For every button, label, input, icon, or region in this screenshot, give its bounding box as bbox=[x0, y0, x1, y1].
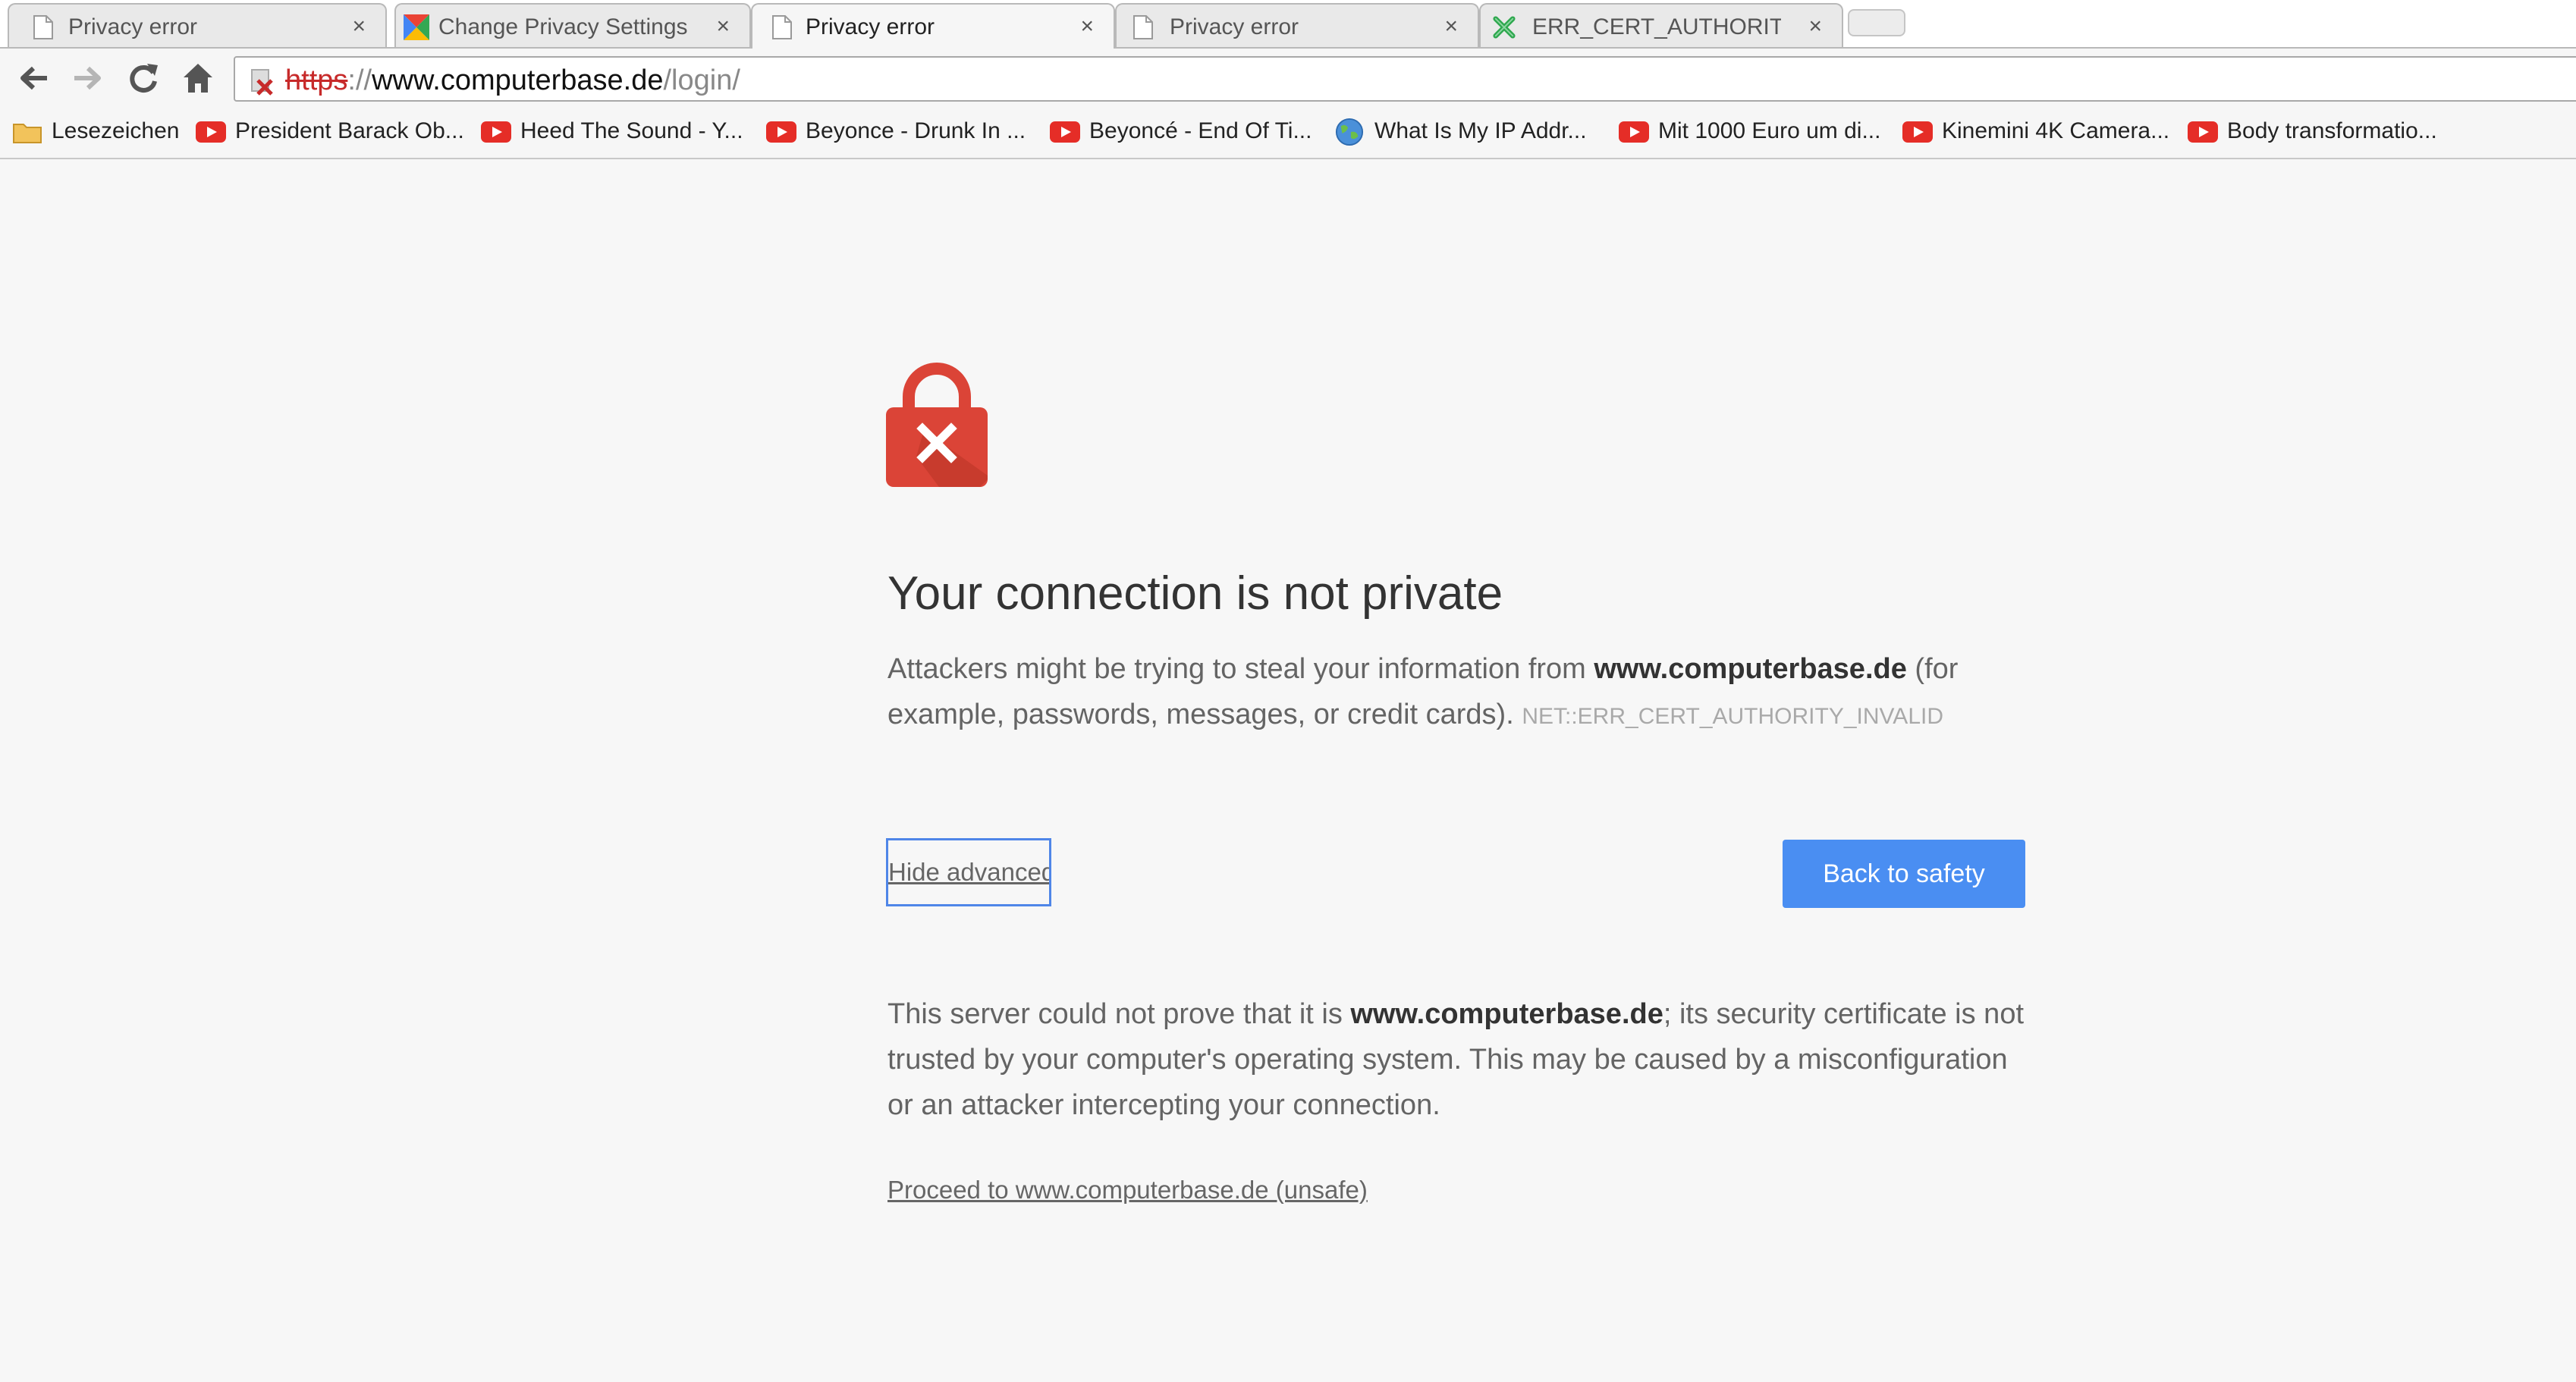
bookmark-label: Beyoncé - End Of Ti... bbox=[1089, 118, 1312, 143]
reload-icon[interactable] bbox=[126, 61, 161, 96]
tab-close-icon[interactable]: × bbox=[716, 14, 730, 39]
details-text: This server could not prove that it is bbox=[887, 998, 1351, 1030]
youtube-icon bbox=[481, 121, 511, 143]
desc-text: Attackers might be trying to steal your … bbox=[887, 653, 1594, 685]
globe-icon bbox=[1335, 118, 1364, 146]
hide-advanced-button[interactable]: Hide advanced bbox=[886, 838, 1051, 906]
proceed-unsafe-link[interactable]: Proceed to www.computerbase.de (unsafe) bbox=[887, 1176, 1368, 1205]
tab-privacy-error-active[interactable]: Privacy error × bbox=[751, 3, 1115, 49]
bookmark-label: Mit 1000 Euro um di... bbox=[1658, 118, 1881, 143]
red-lock-error-icon bbox=[886, 363, 988, 487]
tab-title: Privacy error bbox=[68, 14, 198, 39]
browser-toolbar: https://www.computerbase.de/login/ bbox=[0, 47, 2576, 108]
tab-close-icon[interactable]: × bbox=[1808, 14, 1822, 39]
details-message: This server could not prove that it is w… bbox=[887, 991, 2040, 1128]
youtube-icon bbox=[2188, 121, 2218, 143]
error-code: NET::ERR_CERT_AUTHORITY_INVALID bbox=[1522, 704, 1944, 729]
url-host: www.computerbase.de bbox=[372, 64, 664, 96]
url-text[interactable]: https://www.computerbase.de/login/ bbox=[285, 65, 740, 96]
tab-close-icon[interactable]: × bbox=[1080, 14, 1094, 39]
youtube-icon bbox=[766, 121, 796, 143]
interstitial-page: Your connection is not private Attackers… bbox=[0, 161, 2576, 1382]
tab-title: Privacy error bbox=[806, 14, 935, 39]
google-icon bbox=[404, 14, 429, 40]
tab-err-cert-authority[interactable]: ERR_CERT_AUTHORITY_IN × bbox=[1479, 3, 1843, 47]
youtube-icon bbox=[196, 121, 226, 143]
tab-close-icon[interactable]: × bbox=[352, 14, 366, 39]
bookmark-label: What Is My IP Addr... bbox=[1374, 118, 1587, 143]
back-to-safety-button[interactable]: Back to safety bbox=[1783, 840, 2025, 908]
green-x-icon bbox=[1493, 16, 1516, 39]
tab-title: Privacy error bbox=[1170, 14, 1299, 39]
tab-title: Change Privacy Settings a bbox=[438, 14, 689, 39]
bookmark-label: Kinemini 4K Camera... bbox=[1942, 118, 2170, 143]
bookmark-label: President Barack Ob... bbox=[235, 118, 464, 143]
desc-host: www.computerbase.de bbox=[1594, 653, 1907, 685]
address-bar[interactable]: https://www.computerbase.de/login/ bbox=[234, 56, 2576, 102]
tab-strip: Privacy error × Change Privacy Settings … bbox=[0, 0, 2576, 49]
back-arrow-icon[interactable] bbox=[17, 61, 52, 96]
tab-close-icon[interactable]: × bbox=[1444, 14, 1458, 39]
page-heading: Your connection is not private bbox=[887, 567, 1503, 620]
tab-privacy-error-3[interactable]: Privacy error × bbox=[1115, 3, 1479, 47]
bookmarks-bar: Lesezeichen President Barack Ob... Heed … bbox=[0, 108, 2576, 159]
youtube-icon bbox=[1050, 121, 1080, 143]
youtube-icon bbox=[1902, 121, 1933, 143]
forward-arrow-icon[interactable] bbox=[70, 61, 105, 96]
bookmark-label: Lesezeichen bbox=[52, 118, 180, 143]
page-icon bbox=[1133, 15, 1153, 39]
broken-lock-icon[interactable] bbox=[249, 65, 279, 96]
new-tab-button[interactable] bbox=[1848, 9, 1905, 36]
bookmark-label: Body transformatio... bbox=[2227, 118, 2437, 143]
url-scheme: https bbox=[285, 64, 348, 96]
folder-icon bbox=[13, 124, 42, 143]
bookmark-label: Heed The Sound - Y... bbox=[520, 118, 743, 143]
url-path: /login/ bbox=[663, 64, 740, 96]
tab-title: ERR_CERT_AUTHORITY_IN bbox=[1532, 14, 1781, 39]
page-icon bbox=[33, 15, 53, 39]
page-icon bbox=[772, 15, 792, 39]
tab-change-privacy-settings[interactable]: Change Privacy Settings a × bbox=[394, 3, 751, 47]
url-separator: :// bbox=[347, 64, 372, 96]
bookmark-label: Beyonce - Drunk In ... bbox=[806, 118, 1026, 143]
tab-privacy-error-1[interactable]: Privacy error × bbox=[8, 3, 387, 47]
main-message: Attackers might be trying to steal your … bbox=[887, 646, 2040, 740]
youtube-icon bbox=[1619, 121, 1649, 143]
details-host: www.computerbase.de bbox=[1350, 998, 1663, 1030]
home-icon[interactable] bbox=[181, 61, 215, 96]
